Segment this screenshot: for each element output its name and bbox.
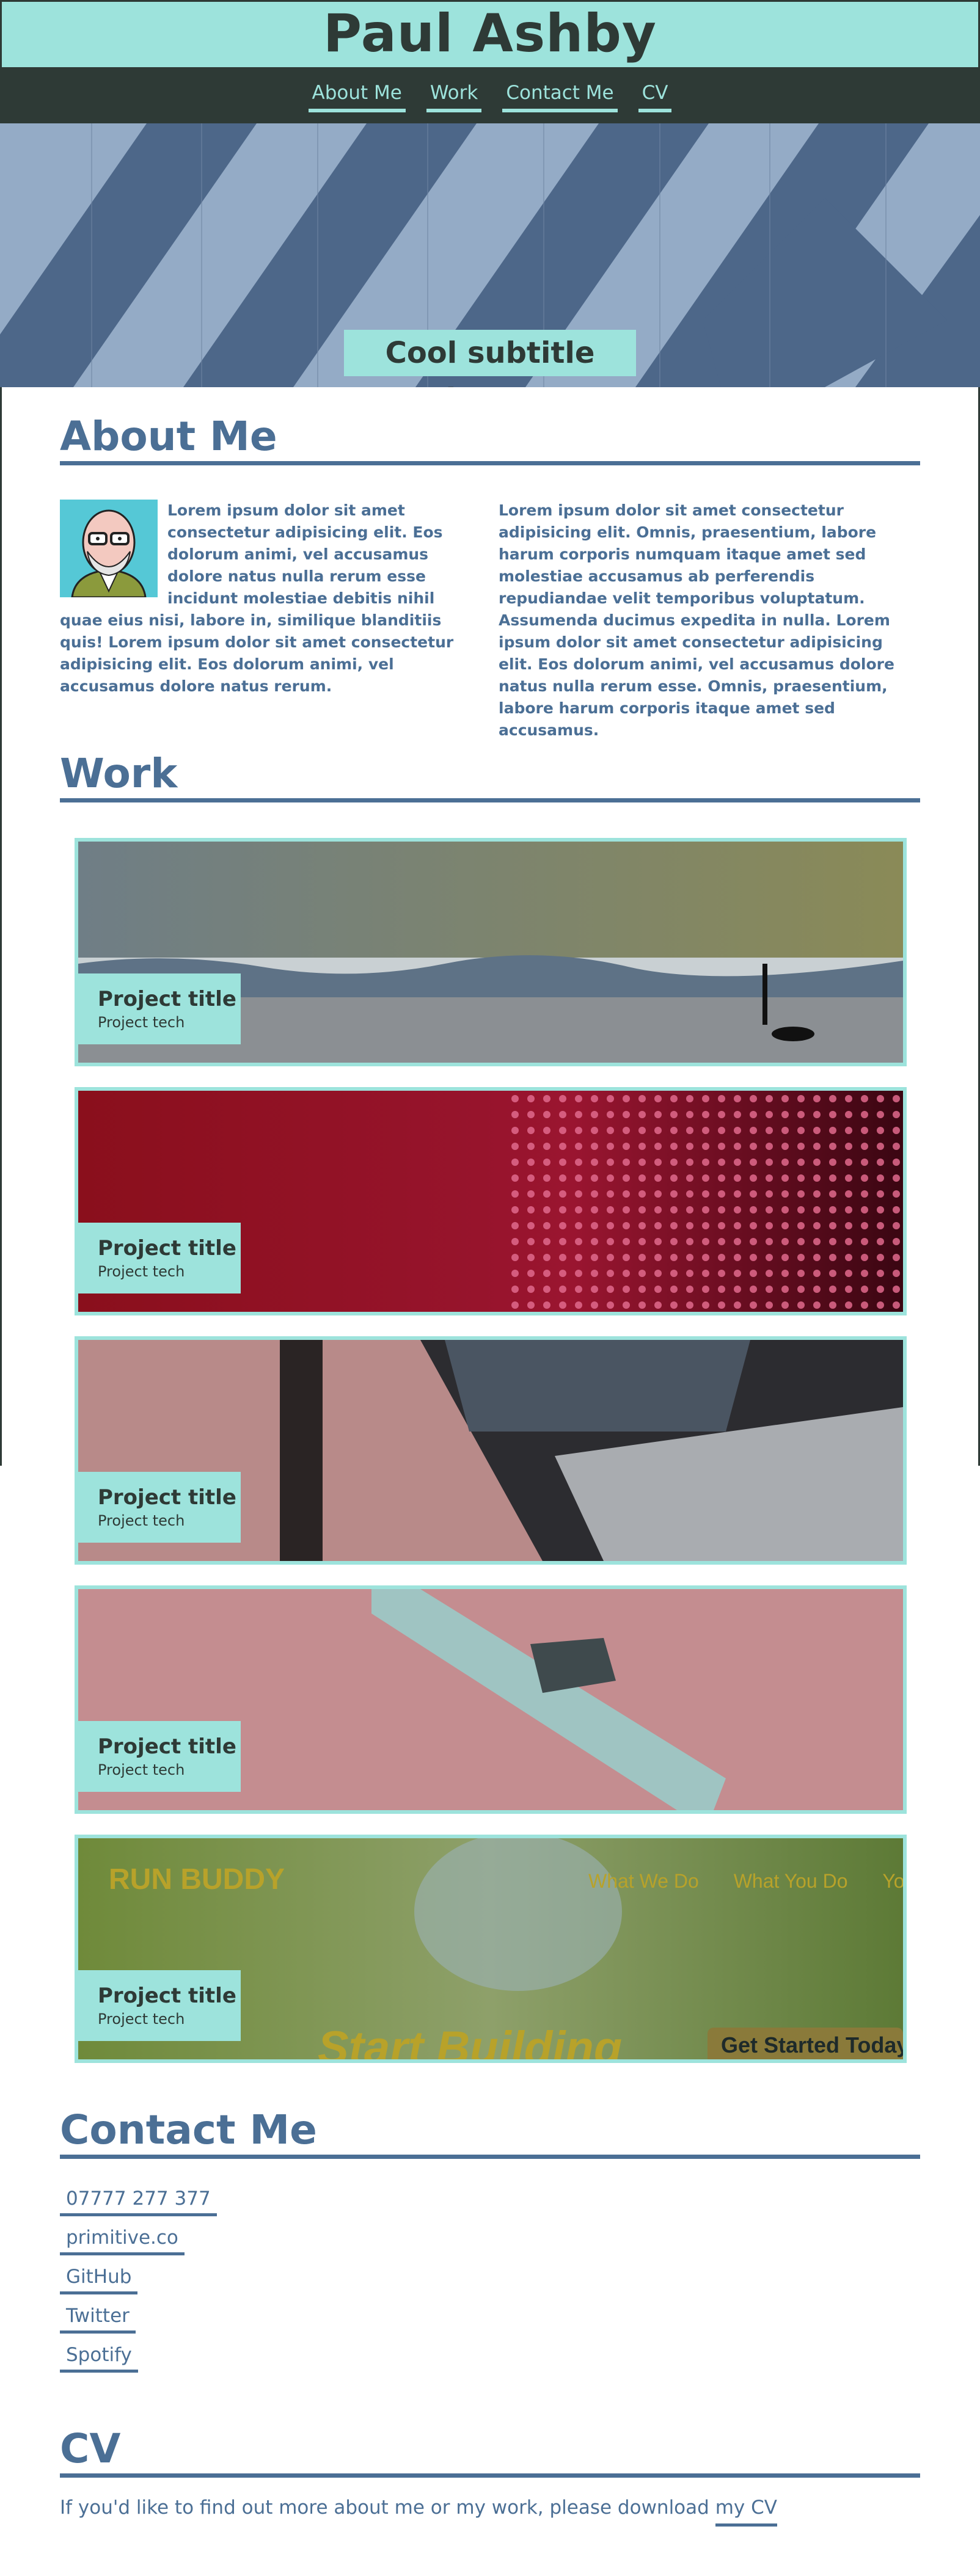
hero-subtitle: Cool subtitle here! bbox=[344, 330, 636, 387]
project-tech: Project tech bbox=[98, 1512, 185, 1529]
about-column-left: Lorem ipsum dolor sit amet consectetur a… bbox=[60, 500, 469, 697]
about-text-right: Lorem ipsum dolor sit amet consectetur a… bbox=[499, 501, 894, 739]
project-tech: Project tech bbox=[98, 1014, 185, 1031]
contact-website-link[interactable]: primitive.co bbox=[60, 2224, 185, 2255]
run-buddy-headline: Start Building bbox=[318, 2022, 623, 2063]
project-title: Project title bbox=[98, 1236, 236, 1261]
nav-contact[interactable]: Contact Me bbox=[502, 81, 618, 112]
about-title: About Me bbox=[60, 412, 920, 465]
project-title: Project title bbox=[98, 1984, 236, 2008]
site-title: Paul Ashby bbox=[323, 3, 657, 64]
cv-text: If you'd like to find out more about me … bbox=[60, 2497, 715, 2519]
project-title: Project title bbox=[98, 1485, 236, 1510]
contact-phone-link[interactable]: 07777 277 377 bbox=[60, 2185, 217, 2216]
project-label: Project title Project tech bbox=[78, 1970, 241, 2041]
project-card[interactable]: Project title Project tech bbox=[75, 838, 907, 1066]
about-column-right: Lorem ipsum dolor sit amet consectetur a… bbox=[499, 500, 914, 741]
contact-title: Contact Me bbox=[60, 2106, 920, 2159]
nav-work[interactable]: Work bbox=[426, 81, 482, 112]
project-label: Project title Project tech bbox=[78, 1721, 241, 1792]
run-buddy-nav-item: What You Do bbox=[733, 1870, 848, 1892]
project-tech: Project tech bbox=[98, 1761, 185, 1778]
project-label: Project title Project tech bbox=[78, 1223, 241, 1293]
project-card[interactable]: RUN BUDDY What We Do What You Do You Sta… bbox=[75, 1835, 907, 2063]
project-tech: Project tech bbox=[98, 1263, 185, 1280]
project-card[interactable]: Project title Project tech bbox=[75, 1087, 907, 1315]
hero-banner: Cool subtitle here! bbox=[0, 123, 980, 387]
run-buddy-nav: What We Do What You Do You bbox=[588, 1870, 905, 1893]
project-card[interactable]: Project title Project tech bbox=[75, 1585, 907, 1814]
project-label: Project title Project tech bbox=[78, 1472, 241, 1543]
contact-twitter-link[interactable]: Twitter bbox=[60, 2302, 136, 2334]
project-tech: Project tech bbox=[98, 2010, 185, 2028]
site-header: Paul Ashby bbox=[0, 0, 980, 67]
run-buddy-cta: Get Started Today! bbox=[721, 2032, 907, 2058]
run-buddy-nav-item: What We Do bbox=[588, 1870, 699, 1892]
avatar bbox=[60, 500, 158, 599]
main-nav: About Me Work Contact Me CV bbox=[0, 67, 980, 123]
project-title: Project title bbox=[98, 987, 236, 1011]
run-buddy-brand: RUN BUDDY bbox=[109, 1863, 285, 1896]
run-buddy-nav-item: You bbox=[882, 1870, 905, 1892]
avatar-illustration bbox=[60, 500, 158, 599]
nav-cv[interactable]: CV bbox=[638, 81, 672, 112]
contact-spotify-link[interactable]: Spotify bbox=[60, 2341, 138, 2373]
cv-paragraph: If you'd like to find out more about me … bbox=[60, 2494, 777, 2527]
contact-github-link[interactable]: GitHub bbox=[60, 2263, 138, 2294]
cv-download-link[interactable]: my CV bbox=[715, 2497, 777, 2527]
cv-title: CV bbox=[60, 2425, 920, 2478]
project-card[interactable]: Project title Project tech bbox=[75, 1336, 907, 1565]
nav-about[interactable]: About Me bbox=[308, 81, 406, 112]
project-title: Project title bbox=[98, 1734, 236, 1759]
project-label: Project title Project tech bbox=[78, 973, 241, 1044]
work-title: Work bbox=[60, 749, 920, 802]
